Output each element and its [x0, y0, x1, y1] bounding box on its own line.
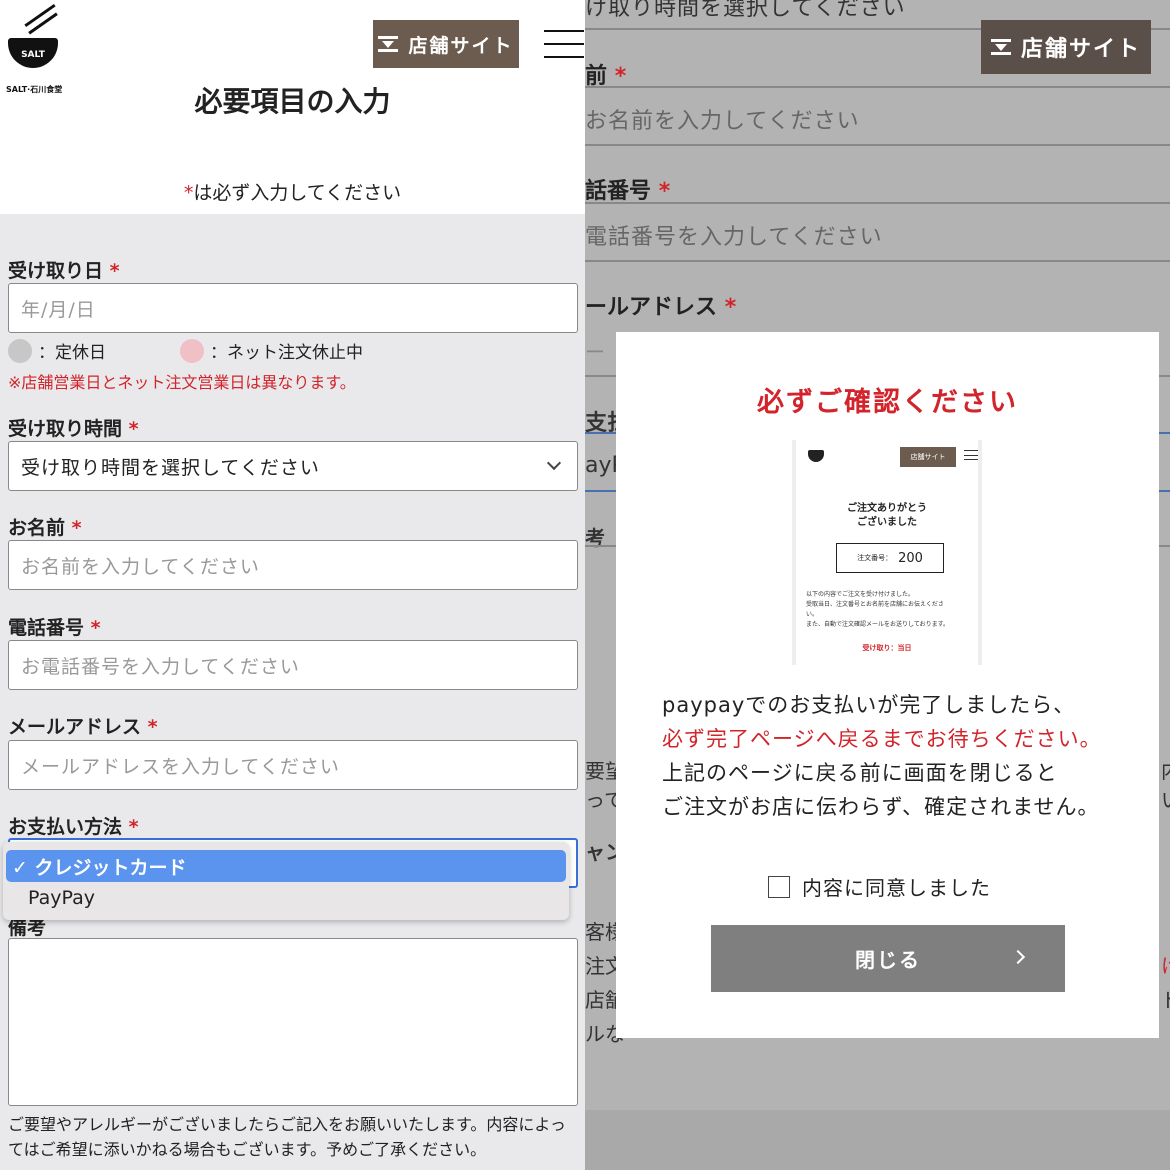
chevron-down-icon	[546, 455, 562, 471]
page-title: 必要項目の入力	[194, 85, 391, 118]
modal-message: paypayでのお支払いが完了しましたら、 必ず完了ページへ戻るまでお待ちくださ…	[662, 693, 1102, 819]
close-button[interactable]: 閉じる	[711, 925, 1065, 992]
closed-day-text: ：定休日	[38, 343, 106, 363]
agree-label: 内容に同意しました	[802, 876, 991, 900]
pickup-date-input[interactable]: 年/月/日	[8, 283, 578, 333]
bg-email-label: ールアドレス *	[585, 295, 737, 320]
preview-thanks: ご注文ありがとう ございました	[847, 503, 927, 528]
phone-input[interactable]: お電話番号を入力してください	[8, 640, 578, 690]
closed-day-dot-icon	[8, 338, 32, 363]
phone-label: 電話番号 *	[8, 617, 101, 639]
store-site-button[interactable]: 店舗サイト	[981, 20, 1151, 74]
email-label: メールアドレス *	[8, 716, 158, 738]
form-header: SALT SALT·石川食堂 店舗サイト 必要項目の入力 *は必ず入力してくださ…	[0, 0, 585, 214]
modal-title: 必ずご確認ください	[757, 387, 1018, 418]
bg-phone-placeholder: 電話番号を入力してください	[585, 225, 883, 250]
pickup-date-label: 受け取り日 *	[8, 260, 120, 282]
net-closed-text: ：ネット注文休止中	[210, 343, 363, 363]
order-form-screen: SALT SALT·石川食堂 店舗サイト 必要項目の入力 *は必ず入力してくださ…	[0, 0, 585, 1170]
agree-checkbox-row[interactable]: 内容に同意しました	[768, 872, 991, 901]
confirmation-modal: 必ずご確認ください 店舗サイト ご注文ありがとう ございました 注文番号： 20…	[616, 332, 1159, 1038]
pickup-time-label: 受け取り時間 *	[8, 418, 139, 440]
bowl-icon	[808, 450, 824, 462]
chevron-right-icon	[1010, 949, 1026, 965]
store-site-label: 店舗サイト	[1020, 37, 1141, 62]
pickup-time-select[interactable]: 受け取り時間を選択してください	[8, 441, 578, 491]
completion-page-preview: 店舗サイト ご注文ありがとう ございました 注文番号： 200 以下の内容でご注…	[792, 440, 982, 665]
notes-help-text: ご要望やアレルギーがございましたらご記入をお願いいたします。内容によってはご希望…	[8, 1115, 566, 1159]
calendar-legend: ：定休日 ：ネット注文休止中	[8, 338, 363, 363]
store-site-label: 店舗サイト	[408, 34, 514, 57]
store-icon	[990, 39, 1011, 55]
modal-screen: け取り時間を選択してください 前 * お名前を入力してください 話番号 * 電話…	[585, 0, 1170, 1170]
bg-phone-label: 話番号 *	[585, 179, 671, 204]
business-day-warning: ※店舗営業日とネット注文営業日は異なります。	[8, 373, 356, 392]
email-input[interactable]: メールアドレスを入力してください	[8, 740, 578, 790]
agree-checkbox[interactable]	[768, 875, 790, 898]
net-closed-dot-icon	[180, 338, 204, 363]
option-credit-card[interactable]: ✓ クレジットカード	[6, 850, 566, 882]
payment-dropdown: ✓ クレジットカード PayPay	[3, 842, 569, 920]
payment-label: お支払い方法 *	[8, 816, 139, 838]
logo-text: SALT	[21, 50, 45, 60]
preview-order-box: 注文番号： 200	[836, 543, 944, 573]
bg-name-placeholder: お名前を入力してください	[585, 109, 860, 134]
bg-time-text: け取り時間を選択してください	[585, 0, 906, 21]
close-label: 閉じる	[855, 948, 921, 972]
hamburger-menu-icon[interactable]	[544, 30, 584, 58]
name-label: お名前 *	[8, 517, 82, 539]
option-paypay[interactable]: PayPay	[6, 882, 566, 914]
name-input[interactable]: お名前を入力してください	[8, 540, 578, 590]
notes-textarea[interactable]	[8, 938, 578, 1106]
chopstick-icon	[28, 12, 58, 35]
store-site-button[interactable]: 店舗サイト	[373, 20, 519, 68]
hamburger-menu-icon	[964, 450, 978, 460]
required-note: *は必ず入力してください	[183, 182, 402, 204]
preview-pickup: 受け取り：当日	[862, 644, 912, 652]
store-icon	[378, 36, 399, 52]
preview-store-button: 店舗サイト	[900, 447, 956, 467]
